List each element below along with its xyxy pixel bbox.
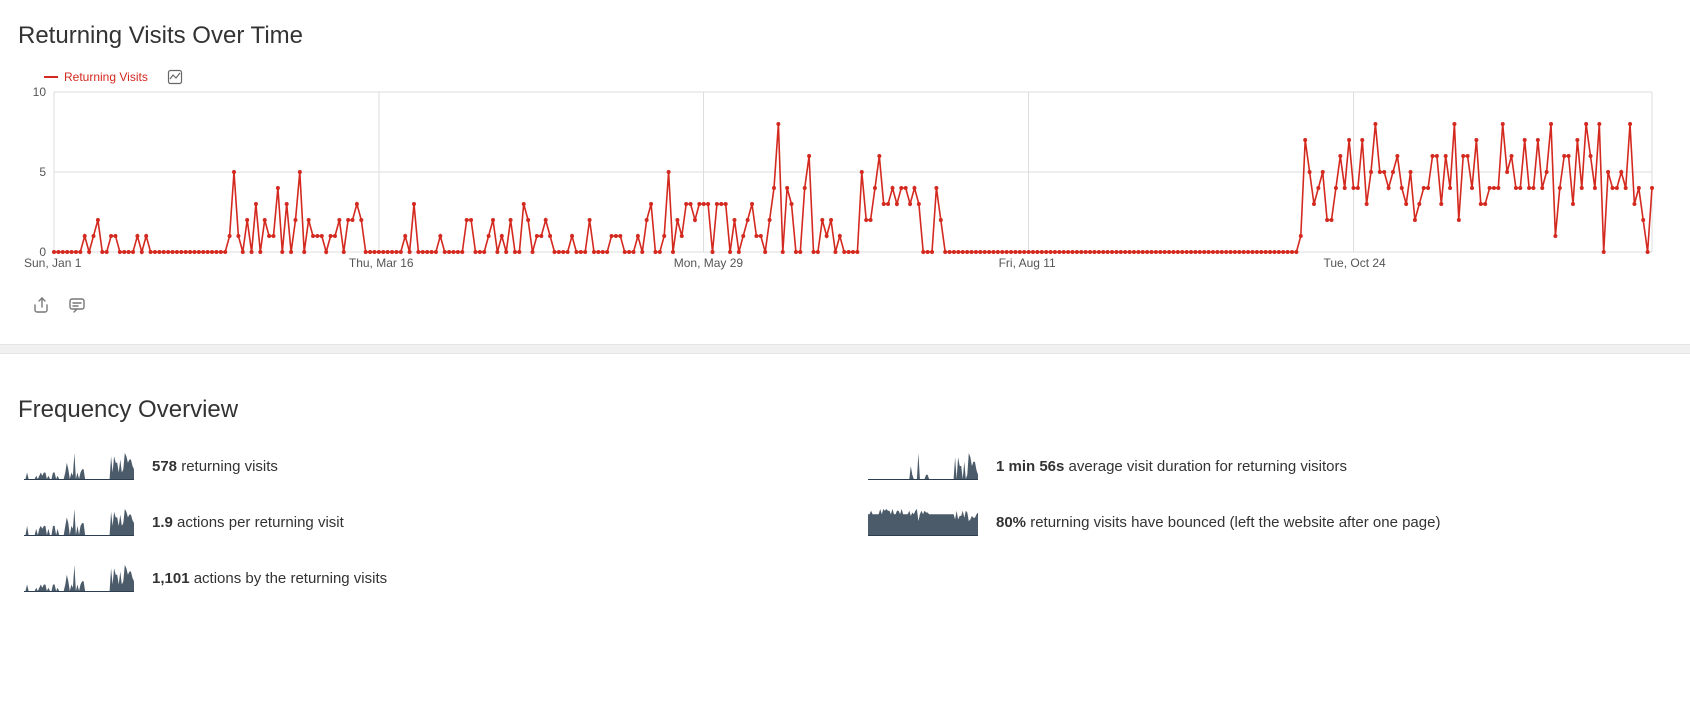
metric-row-avg-duration: 1 min 56s average visit duration for ret… [868, 452, 1672, 480]
metric-row-returning-visits: 578 returning visits [24, 452, 828, 480]
comment-icon [68, 296, 86, 314]
overview-col-left: 578 returning visits 1.9 actions per ret… [24, 452, 828, 592]
metric-text: 1.9 actions per returning visit [152, 514, 344, 531]
chart-icon [167, 69, 183, 85]
metric-row-actions-per-visit: 1.9 actions per returning visit [24, 508, 828, 536]
sparkline[interactable] [868, 452, 978, 480]
line-chart-svg [18, 86, 1658, 276]
export-icon [32, 296, 50, 314]
metric-picker-button[interactable] [166, 68, 184, 86]
legend-label: Returning Visits [64, 70, 148, 84]
metric-text: 80% returning visits have bounced (left … [996, 514, 1440, 531]
y-axis-labels: 0510 [18, 86, 52, 276]
legend-swatch [44, 76, 58, 78]
metric-text: 1,101 actions by the returning visits [152, 570, 387, 587]
overview-col-right: 1 min 56s average visit duration for ret… [868, 452, 1672, 592]
chart-legend: Returning Visits [18, 68, 1672, 86]
sparkline[interactable] [24, 452, 134, 480]
x-axis-labels: Sun, Jan 1Thu, Mar 16Mon, May 29Fri, Aug… [54, 256, 1652, 276]
returning-visits-widget: Returning Visits Over Time Returning Vis… [0, 0, 1690, 334]
widget-actions [18, 276, 1672, 316]
sparkline[interactable] [868, 508, 978, 536]
sparkline[interactable] [24, 508, 134, 536]
metric-text: 1 min 56s average visit duration for ret… [996, 458, 1347, 475]
widget-title: Returning Visits Over Time [18, 22, 1672, 50]
overview-grid: 578 returning visits 1.9 actions per ret… [18, 442, 1672, 592]
section-divider [0, 344, 1690, 354]
metric-row-actions-total: 1,101 actions by the returning visits [24, 564, 828, 592]
main-chart[interactable]: 0510 Sun, Jan 1Thu, Mar 16Mon, May 29Fri… [18, 86, 1672, 276]
legend-item-returning-visits[interactable]: Returning Visits [44, 70, 148, 84]
export-button[interactable] [30, 294, 52, 316]
frequency-overview-widget: Frequency Overview 578 returning visits … [0, 374, 1690, 610]
metric-text: 578 returning visits [152, 458, 278, 475]
annotate-button[interactable] [66, 294, 88, 316]
metric-row-bounce-rate: 80% returning visits have bounced (left … [868, 508, 1672, 536]
widget-title: Frequency Overview [18, 396, 1672, 424]
sparkline[interactable] [24, 564, 134, 592]
